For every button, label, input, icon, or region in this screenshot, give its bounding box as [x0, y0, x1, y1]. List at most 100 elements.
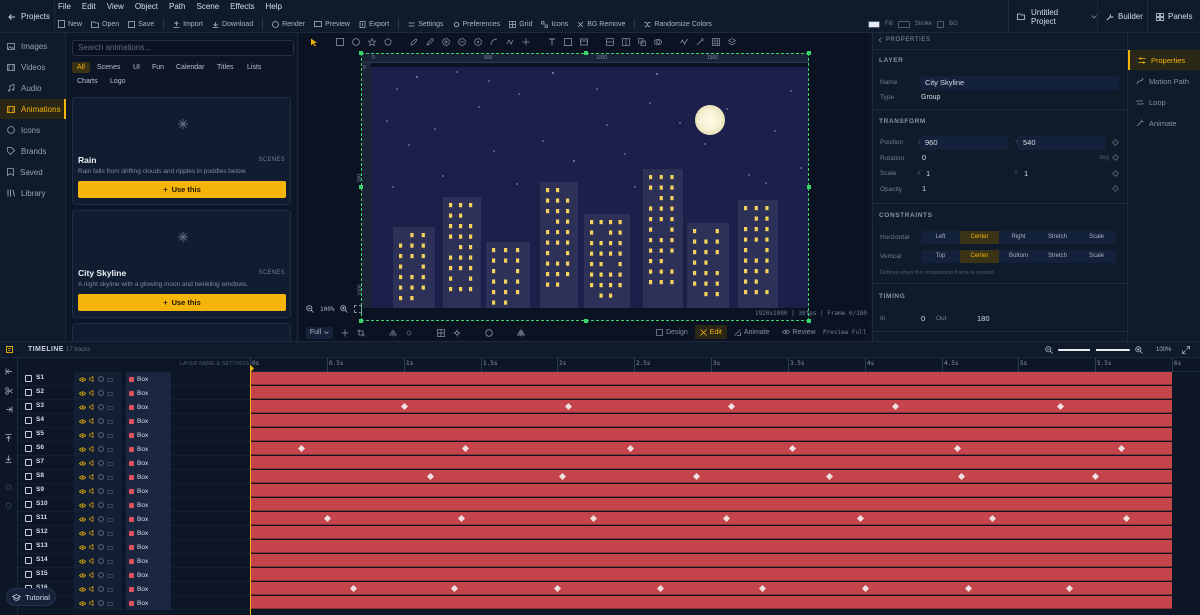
tutorial-button[interactable]: Tutorial: [6, 588, 56, 606]
move-up-icon[interactable]: [5, 434, 12, 442]
keyframe-diamond[interactable]: [323, 514, 332, 523]
preferences-button[interactable]: Preferences: [453, 21, 500, 28]
pointer-icon[interactable]: [308, 37, 319, 48]
nav-saved[interactable]: Saved: [0, 162, 66, 182]
timeline-layer-row[interactable]: S11 Box: [18, 512, 250, 526]
speaker-icon[interactable]: [89, 502, 95, 508]
scale-y-field[interactable]: 1: [1019, 167, 1107, 181]
menu-help[interactable]: Help: [265, 2, 281, 14]
nav-images[interactable]: Images: [0, 36, 66, 56]
speaker-icon[interactable]: [89, 516, 95, 522]
keyframe-diamond[interactable]: [461, 444, 470, 453]
nav-icons[interactable]: Icons: [0, 120, 66, 140]
save-button[interactable]: Save: [128, 21, 154, 28]
lock-icon[interactable]: [107, 432, 113, 438]
keyframe-diamond[interactable]: [626, 444, 635, 453]
keyframe-diamond[interactable]: [400, 402, 409, 411]
out-point-field[interactable]: 180: [977, 314, 990, 323]
timeline-layer-row[interactable]: S14 Box: [18, 554, 250, 568]
keyframe-diamond[interactable]: [964, 584, 973, 593]
timeline-layer-row[interactable]: S4 Box: [18, 414, 250, 428]
speaker-icon[interactable]: [89, 390, 95, 396]
skip-start-icon[interactable]: [5, 368, 13, 375]
eye-icon[interactable]: [79, 601, 86, 606]
eye-icon[interactable]: [79, 573, 86, 578]
render-button[interactable]: Render: [272, 21, 305, 28]
eye-icon[interactable]: [79, 517, 86, 522]
stroke-swatch[interactable]: [897, 20, 910, 28]
keyframe-diamond[interactable]: [988, 514, 997, 523]
animation-card-city-skyline[interactable]: City Skyline SCENES A night skyline with…: [72, 210, 291, 318]
h-constraint-stretch[interactable]: Stretch: [1038, 231, 1077, 244]
lock-icon[interactable]: [107, 558, 113, 564]
grid-icon[interactable]: [437, 328, 445, 337]
bg-swatch[interactable]: [937, 20, 945, 28]
fill-swatch[interactable]: [868, 20, 880, 28]
solo-icon[interactable]: [98, 516, 104, 522]
import-button[interactable]: Import: [173, 21, 203, 28]
timeline-track-bar[interactable]: [250, 428, 1172, 441]
timeline-track-bar[interactable]: [250, 526, 1172, 539]
timeline-track-bar[interactable]: [250, 456, 1172, 469]
chip-scenes[interactable]: Scenes: [92, 62, 125, 73]
eye-icon[interactable]: [79, 503, 86, 508]
timeline-layer-row[interactable]: S12 Box: [18, 526, 250, 540]
chip-all[interactable]: All: [72, 62, 90, 73]
solo-icon[interactable]: [98, 446, 104, 452]
layer-select-checkbox[interactable]: [25, 571, 32, 578]
lock-icon[interactable]: [107, 572, 113, 578]
group-icon[interactable]: [636, 37, 647, 48]
slider-handle[interactable]: [1090, 348, 1096, 352]
flip-icon[interactable]: [389, 329, 397, 337]
keyframe-diamond[interactable]: [349, 584, 358, 593]
add-node-icon[interactable]: [440, 37, 451, 48]
timeline-track-bar[interactable]: [250, 414, 1172, 427]
eye-icon[interactable]: [79, 475, 86, 480]
nav-animations[interactable]: Animations: [0, 99, 66, 119]
keyframe-diamond[interactable]: [450, 584, 459, 593]
distribute-icon[interactable]: [620, 37, 631, 48]
effect-icon[interactable]: [405, 329, 413, 337]
use-this-button[interactable]: + Use this: [78, 181, 286, 198]
timeline-track-bar[interactable]: [250, 554, 1172, 567]
flip-horizontal-icon[interactable]: [517, 329, 525, 337]
tab-edit[interactable]: Edit: [694, 325, 727, 339]
keyframe-diamond[interactable]: [1056, 402, 1065, 411]
eye-icon[interactable]: [79, 447, 86, 452]
use-this-button[interactable]: + Use this: [78, 294, 286, 311]
fit-screen-icon[interactable]: [354, 305, 363, 313]
nav-brands[interactable]: Brands: [0, 141, 66, 161]
keyframe-diamond[interactable]: [426, 472, 435, 481]
open-button[interactable]: Open: [91, 21, 119, 28]
layer-select-checkbox[interactable]: [25, 431, 32, 438]
eye-icon[interactable]: [79, 559, 86, 564]
keyframe-diamond[interactable]: [788, 444, 797, 453]
snap-icon[interactable]: [453, 329, 461, 337]
timeline-layer-row[interactable]: S7 Box: [18, 456, 250, 470]
timeline-layer-row[interactable]: S3 Box: [18, 400, 250, 414]
project-name-selector[interactable]: Untitled Project: [1008, 0, 1098, 33]
chip-logo[interactable]: Logo: [105, 76, 131, 87]
solo-icon[interactable]: [98, 418, 104, 424]
keyframe-diamond[interactable]: [297, 444, 306, 453]
v-constraint-stretch[interactable]: Stretch: [1038, 250, 1077, 263]
keyframe-diamond[interactable]: [953, 444, 962, 453]
zoom-out-icon[interactable]: [306, 305, 314, 313]
lock-icon[interactable]: [107, 502, 113, 508]
rotation-field[interactable]: 0: [917, 151, 1097, 165]
speaker-icon[interactable]: [89, 558, 95, 564]
timeline-track-bar[interactable]: [250, 540, 1172, 553]
skip-end-icon[interactable]: [5, 406, 13, 413]
eye-icon[interactable]: [79, 461, 86, 466]
timeline-layer-row[interactable]: S2 Box: [18, 386, 250, 400]
solo-icon[interactable]: [98, 460, 104, 466]
view-mode-select[interactable]: Full: [306, 326, 333, 339]
eye-icon[interactable]: [79, 377, 86, 382]
new-button[interactable]: New: [58, 20, 82, 28]
lock-icon[interactable]: [107, 390, 113, 396]
solo-icon[interactable]: [98, 404, 104, 410]
playhead[interactable]: [250, 368, 251, 615]
speaker-icon[interactable]: [89, 376, 95, 382]
nav-library[interactable]: Library: [0, 183, 66, 203]
layer-select-checkbox[interactable]: [25, 459, 32, 466]
